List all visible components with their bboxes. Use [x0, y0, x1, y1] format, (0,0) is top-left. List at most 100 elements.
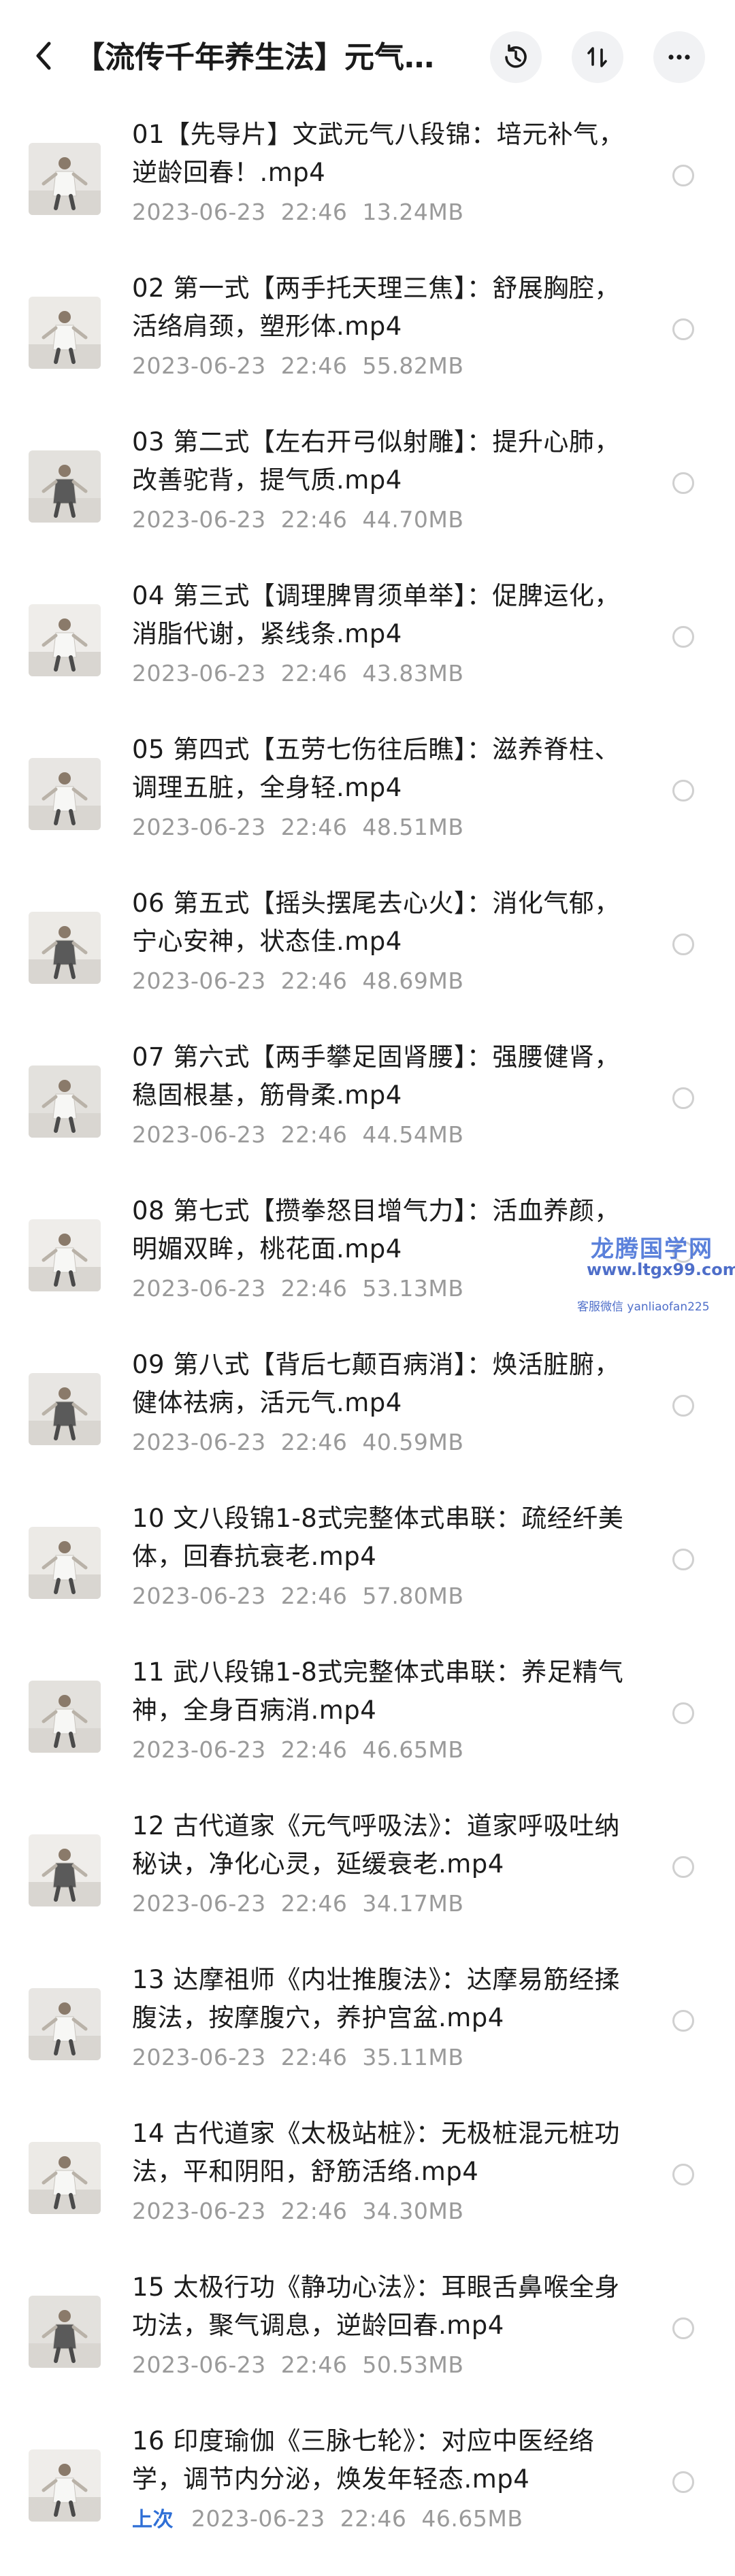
file-name: 07 第六式【两手攀足固肾腰】：强腰健肾，稳固根基，筋骨柔.mp4: [132, 1042, 620, 1110]
file-date: 2023-06-23: [132, 1275, 266, 1302]
file-name: 13 达摩祖师《内壮推腹法》：达摩易筋经揉腹法，按摩腹穴，养护宫盆.mp4: [132, 1965, 620, 2032]
video-thumbnail: [29, 1681, 101, 1753]
file-row[interactable]: 13 达摩祖师《内壮推腹法》：达摩易筋经揉腹法，按摩腹穴，养护宫盆.mp4 202…: [0, 1961, 735, 2115]
file-date: 2023-06-23: [132, 2044, 266, 2070]
file-date: 2023-06-23: [132, 2198, 266, 2224]
file-meta: 2023-06-23 22:46 50.53MB: [132, 2350, 636, 2380]
select-radio[interactable]: [672, 1549, 694, 1570]
select-radio[interactable]: [672, 318, 694, 340]
video-thumbnail: [29, 143, 101, 215]
file-time: 22:46: [280, 199, 348, 225]
select-radio[interactable]: [672, 780, 694, 802]
file-time: 22:46: [280, 352, 348, 379]
file-row[interactable]: 12 古代道家《元气呼吸法》：道家呼吸吐纳秘诀，净化心灵，延缓衰老.mp4 202…: [0, 1807, 735, 1961]
select-radio[interactable]: [672, 626, 694, 648]
select-radio[interactable]: [672, 2010, 694, 2032]
file-time: 22:46: [280, 1121, 348, 1148]
file-size: 40.59MB: [362, 1429, 464, 1455]
file-size: 48.51MB: [362, 814, 464, 840]
file-time: 22:46: [280, 2351, 348, 2378]
file-size: 34.17MB: [362, 1890, 464, 1917]
chevron-left-icon: [36, 42, 51, 70]
file-size: 13.24MB: [362, 199, 464, 225]
page-title: 【流传千年养生法】元气八段锦…: [75, 40, 456, 75]
file-meta: 2023-06-23 22:46 13.24MB: [132, 197, 636, 227]
file-size: 35.11MB: [362, 2044, 464, 2070]
file-size: 57.80MB: [362, 1583, 464, 1609]
file-row[interactable]: 06 第五式【摇头摆尾去心火】：消化气郁，宁心安神，状态佳.mp4 2023-06…: [0, 885, 735, 1038]
file-name: 16 印度瑜伽《三脉七轮》：对应中医经络学，调节内分泌，焕发年轻态.mp4: [132, 2426, 595, 2494]
video-thumbnail: [29, 2296, 101, 2368]
file-meta: 2023-06-23 22:46 34.30MB: [132, 2196, 636, 2226]
video-thumbnail: [29, 604, 101, 676]
file-row[interactable]: 04 第三式【调理脾胃须单举】：促脾运化，消脂代谢，紧线条.mp4 2023-06…: [0, 577, 735, 731]
file-time: 22:46: [280, 1275, 348, 1302]
file-size: 44.54MB: [362, 1121, 464, 1148]
sort-button[interactable]: [572, 31, 623, 83]
file-date: 2023-06-23: [132, 660, 266, 687]
file-row[interactable]: 14 古代道家《太极站桩》：无极桩混元桩功法，平和阴阳，舒筋活络.mp4 2023…: [0, 2115, 735, 2268]
select-radio[interactable]: [672, 165, 694, 186]
more-button[interactable]: [653, 31, 705, 83]
file-row[interactable]: 03 第二式【左右开弓似射雕】：提升心肺，改善驼背，提气质.mp4 2023-06…: [0, 423, 735, 577]
file-name: 11 武八段锦1-8式完整体式串联：养足精气神，全身百病消.mp4: [132, 1657, 624, 1725]
last-played-badge: 上次: [132, 2508, 174, 2532]
file-size: 34.30MB: [362, 2198, 464, 2224]
video-thumbnail: [29, 1527, 101, 1599]
select-radio[interactable]: [672, 472, 694, 494]
file-meta: 2023-06-23 22:46 57.80MB: [132, 1581, 636, 1611]
file-time: 22:46: [340, 2505, 407, 2532]
file-time: 22:46: [280, 2198, 348, 2224]
file-meta: 2023-06-23 22:46 53.13MB: [132, 1274, 636, 1304]
select-radio[interactable]: [672, 2164, 694, 2185]
select-radio[interactable]: [672, 1856, 694, 1878]
file-meta: 2023-06-23 22:46 46.65MB: [132, 1735, 636, 1765]
top-bar: 【流传千年养生法】元气八段锦…: [0, 0, 735, 116]
file-meta: 2023-06-23 22:46 55.82MB: [132, 351, 636, 381]
file-row[interactable]: 09 第八式【背后七颠百病消】：焕活脏腑，健体祛病，活元气.mp4 2023-06…: [0, 1346, 735, 1500]
file-time: 22:46: [280, 1583, 348, 1609]
video-thumbnail: [29, 912, 101, 984]
video-thumbnail: [29, 1373, 101, 1445]
file-size: 53.13MB: [362, 1275, 464, 1302]
file-time: 22:46: [280, 968, 348, 994]
select-radio[interactable]: [672, 2317, 694, 2339]
file-row[interactable]: 10 文八段锦1-8式完整体式串联：疏经纤美体，回春抗衰老.mp4 2023-06…: [0, 1500, 735, 1653]
file-date: 2023-06-23: [132, 1429, 266, 1455]
file-date: 2023-06-23: [132, 2351, 266, 2378]
select-radio[interactable]: [672, 2471, 694, 2493]
file-size: 50.53MB: [362, 2351, 464, 2378]
file-name: 01【先导片】文武元气八段锦：培元补气，逆龄回春！.mp4: [132, 120, 625, 187]
select-radio[interactable]: [672, 934, 694, 955]
file-row[interactable]: 07 第六式【两手攀足固肾腰】：强腰健肾，稳固根基，筋骨柔.mp4 2023-06…: [0, 1038, 735, 1192]
file-row[interactable]: 11 武八段锦1-8式完整体式串联：养足精气神，全身百病消.mp4 2023-06…: [0, 1653, 735, 1807]
sort-icon: [587, 47, 607, 67]
file-row[interactable]: 02 第一式【两手托天理三焦】：舒展胸腔，活络肩颈，塑形体.mp4 2023-06…: [0, 269, 735, 423]
select-radio[interactable]: [672, 1087, 694, 1109]
video-thumbnail: [29, 297, 101, 369]
video-thumbnail: [29, 2142, 101, 2214]
history-clock-icon: [505, 44, 527, 68]
file-row[interactable]: 16 印度瑜伽《三脉七轮》：对应中医经络学，调节内分泌，焕发年轻态.mp4 上次 2…: [0, 2422, 735, 2576]
select-radio[interactable]: [672, 1702, 694, 1724]
back-button[interactable]: [24, 35, 65, 76]
watermark-site-name: 龙腾国学网: [591, 1236, 713, 1263]
file-date: 2023-06-23: [191, 2505, 325, 2532]
file-date: 2023-06-23: [132, 199, 266, 225]
file-row[interactable]: 15 太极行功《静功心法》：耳眼舌鼻喉全身功法，聚气调息，逆龄回春.mp4 202…: [0, 2268, 735, 2422]
file-time: 22:46: [280, 2044, 348, 2070]
file-row[interactable]: 05 第四式【五劳七伤往后瞧】：滋养脊柱、调理五脏，全身轻.mp4 2023-06…: [0, 731, 735, 885]
file-meta: 2023-06-23 22:46 48.51MB: [132, 812, 636, 842]
file-meta: 上次 2023-06-23 22:46 46.65MB: [132, 2504, 636, 2535]
file-date: 2023-06-23: [132, 1736, 266, 1763]
more-dots-icon: [668, 54, 690, 60]
file-date: 2023-06-23: [132, 1890, 266, 1917]
file-date: 2023-06-23: [132, 968, 266, 994]
file-name: 02 第一式【两手托天理三焦】：舒展胸腔，活络肩颈，塑形体.mp4: [132, 274, 620, 341]
select-radio[interactable]: [672, 1395, 694, 1417]
file-name: 15 太极行功《静功心法》：耳眼舌鼻喉全身功法，聚气调息，逆龄回春.mp4: [132, 2273, 620, 2340]
video-thumbnail: [29, 1219, 101, 1291]
file-row[interactable]: 01【先导片】文武元气八段锦：培元补气，逆龄回春！.mp4 2023-06-23 2…: [0, 116, 735, 269]
history-button[interactable]: [490, 31, 542, 83]
video-thumbnail: [29, 1066, 101, 1138]
